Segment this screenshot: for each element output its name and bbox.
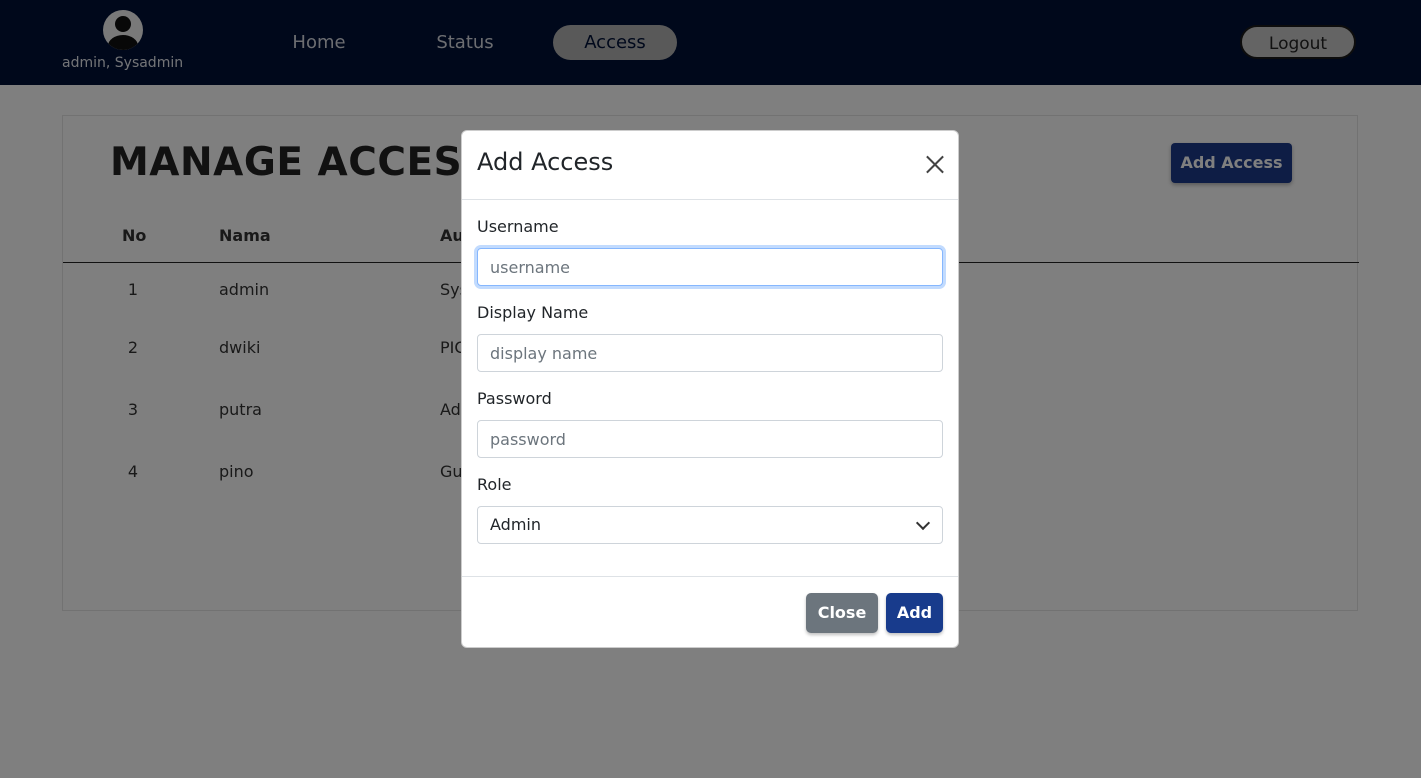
chevron-down-icon (915, 515, 931, 531)
role-label: Role (477, 475, 512, 494)
role-select[interactable]: Admin (477, 506, 943, 544)
modal-footer: Close Add (462, 576, 958, 648)
modal-title: Add Access (477, 148, 614, 176)
display-name-label: Display Name (477, 303, 589, 322)
close-button[interactable]: Close (806, 593, 878, 633)
role-selected-value: Admin (490, 515, 541, 534)
username-label: Username (477, 217, 559, 236)
add-access-modal: Add Access Username Display Name Passwor… (461, 130, 959, 648)
username-input[interactable] (477, 248, 943, 286)
modal-header: Add Access (462, 131, 958, 200)
password-input[interactable] (477, 420, 943, 458)
display-name-input[interactable] (477, 334, 943, 372)
close-icon[interactable] (924, 153, 946, 175)
add-button[interactable]: Add (886, 593, 943, 633)
password-label: Password (477, 389, 552, 408)
